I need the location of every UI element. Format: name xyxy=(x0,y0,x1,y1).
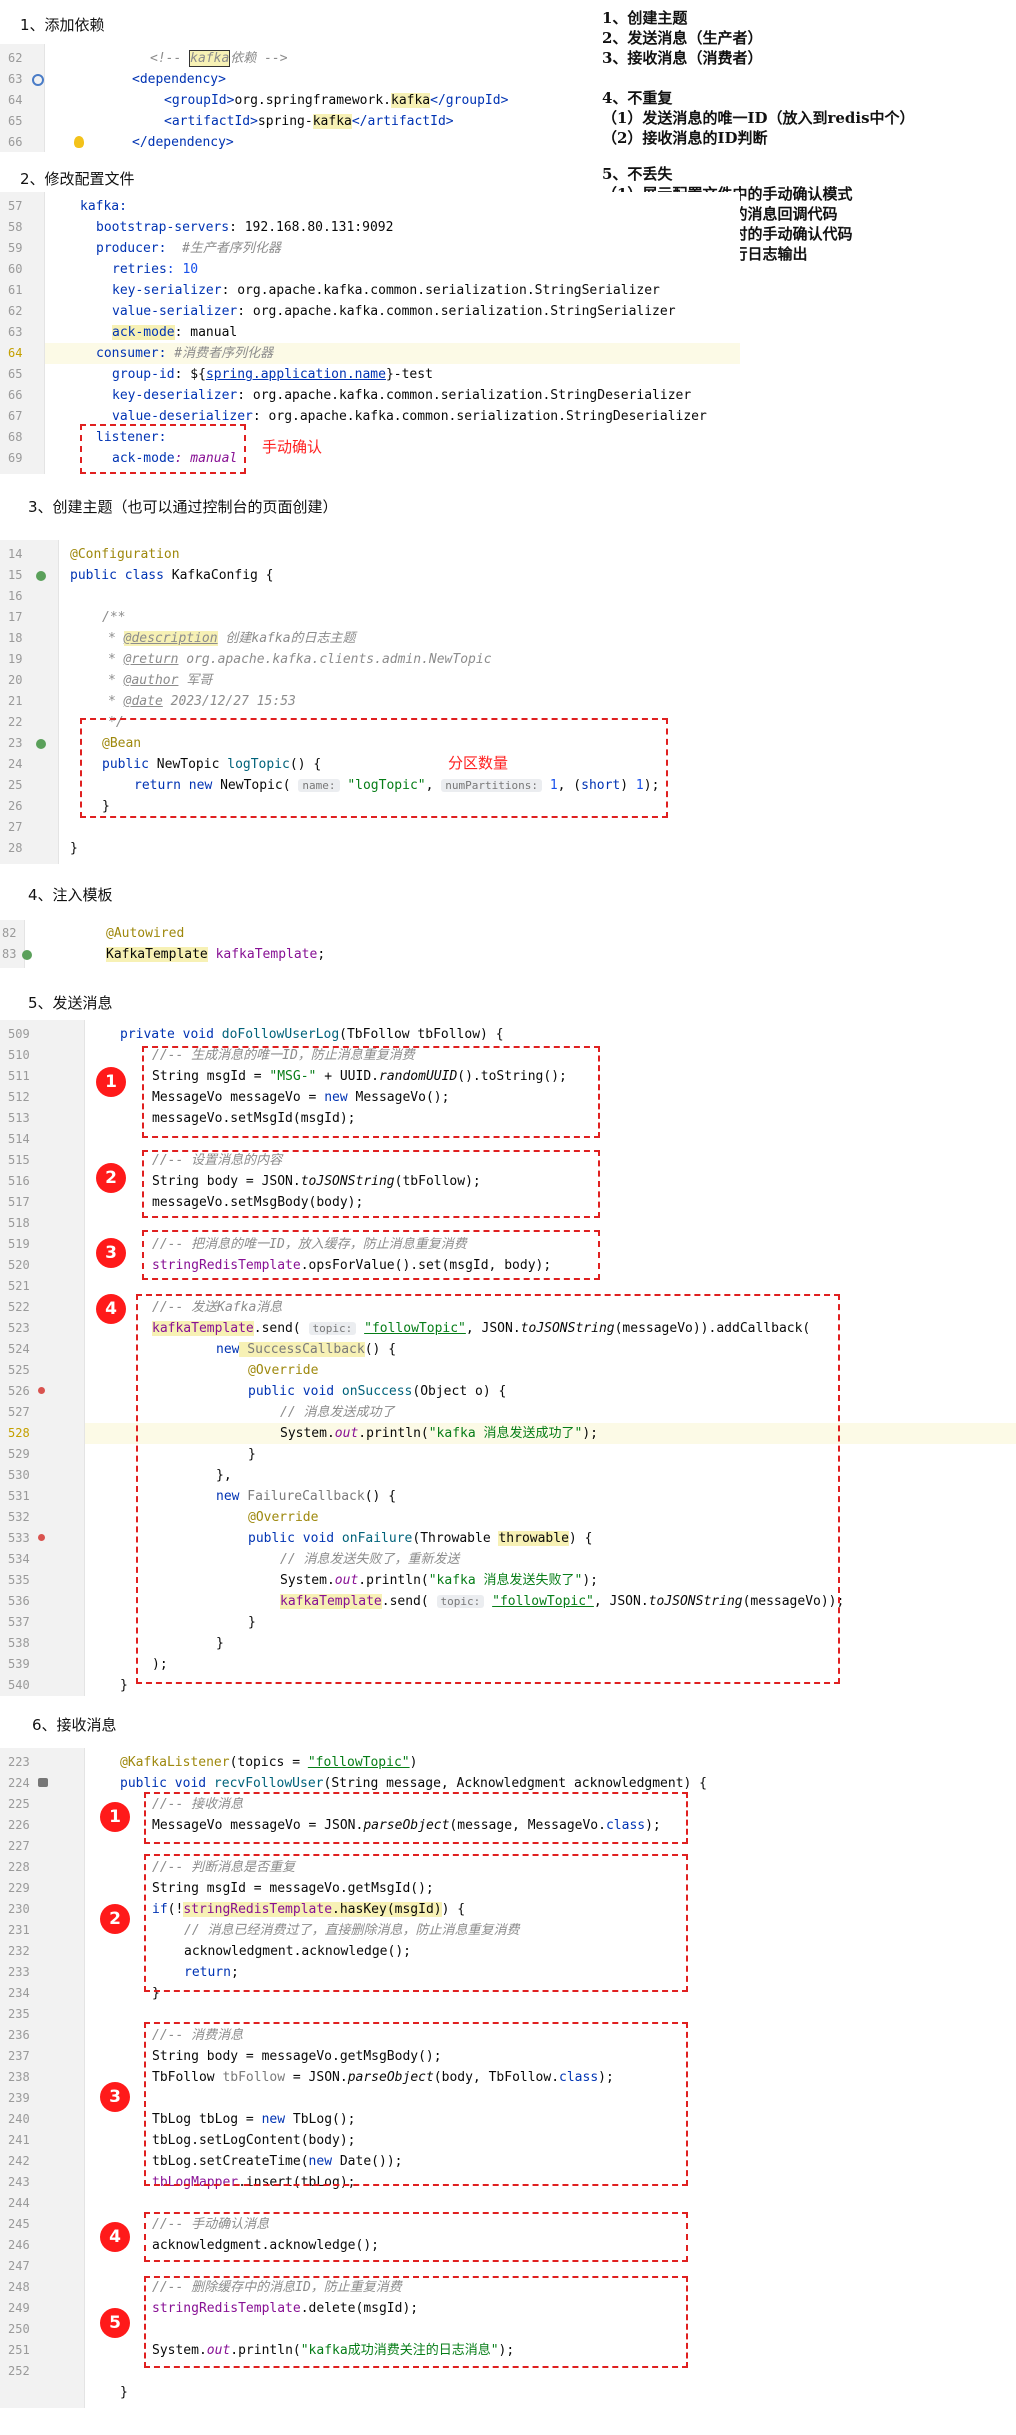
heading-add-dependency: 1、添加依赖 xyxy=(20,16,105,34)
recv-step2-box xyxy=(144,1854,688,1992)
send-step1-box xyxy=(142,1046,600,1138)
recv-step4-box xyxy=(144,2212,688,2262)
bean-gutter-icon[interactable] xyxy=(36,739,46,749)
send-step4-box xyxy=(136,1294,840,1684)
note-line: （1）发送消息的唯一ID（放入到redis中个） xyxy=(602,109,915,127)
line-number: 65 xyxy=(8,114,23,128)
send-step4-badge: 4 xyxy=(96,1294,126,1324)
send-step3-badge: 3 xyxy=(96,1238,126,1268)
note-line: 1、创建主题 xyxy=(602,9,688,27)
note-line: 5、不丢失 xyxy=(602,165,673,183)
recv-step5-badge: 5 xyxy=(100,2308,130,2338)
note-line: 2、发送消息（生产者） xyxy=(602,29,763,47)
note-line: 3、接收消息（消费者） xyxy=(602,49,763,67)
partitions-label: 分区数量 xyxy=(448,754,509,772)
recv-step2-badge: 2 xyxy=(100,1904,130,1934)
line-number: 62 xyxy=(8,51,23,65)
recv-step4-badge: 4 xyxy=(100,2222,130,2252)
override-gutter-icon[interactable] xyxy=(38,1387,45,1394)
recv-step3-badge: 3 xyxy=(100,2082,130,2112)
recv-step3-box xyxy=(144,2022,688,2186)
send-step1-badge: 1 xyxy=(96,1067,126,1097)
heading-inject-template: 4、注入模板 xyxy=(28,886,113,904)
manual-ack-label: 手动确认 xyxy=(262,438,323,456)
heading-create-topic: 3、创建主题（也可以通过控制台的页面创建） xyxy=(28,498,338,516)
bean-gutter-icon[interactable] xyxy=(22,950,32,960)
send-step3-box xyxy=(142,1230,600,1280)
heading-modify-config: 2、修改配置文件 xyxy=(20,170,135,188)
manual-ack-box xyxy=(80,424,246,474)
heading-receive-message: 6、接收消息 xyxy=(32,1716,117,1734)
send-step2-box xyxy=(142,1150,600,1218)
code-editor-inject: 82 @Autowired 83 KafkaTemplate kafkaTempla… xyxy=(0,920,420,968)
note-line: （2）接收消息的ID判断 xyxy=(602,129,768,147)
note-line: 4、不重复 xyxy=(602,89,673,107)
override-gutter-icon[interactable] xyxy=(38,1534,45,1541)
line-number: 66 xyxy=(8,135,23,149)
line-number: 64 xyxy=(8,93,23,107)
recv-step1-badge: 1 xyxy=(100,1802,130,1832)
recv-step1-box xyxy=(144,1792,688,1844)
topic-bean-box xyxy=(80,718,668,818)
heading-send-message: 5、发送消息 xyxy=(28,994,113,1012)
line-number: 63 xyxy=(8,72,23,86)
bean-gutter-icon[interactable] xyxy=(36,571,46,581)
listener-gutter-icon[interactable] xyxy=(38,1778,48,1787)
code-editor-pom: 62 <!-- kafka依赖 --> 63 <dependency> 64 <gro… xyxy=(0,44,530,152)
dependency-gutter-icon[interactable] xyxy=(32,74,44,86)
recv-step5-box xyxy=(144,2276,688,2368)
send-step2-badge: 2 xyxy=(96,1163,126,1193)
bulb-icon[interactable] xyxy=(74,136,84,148)
